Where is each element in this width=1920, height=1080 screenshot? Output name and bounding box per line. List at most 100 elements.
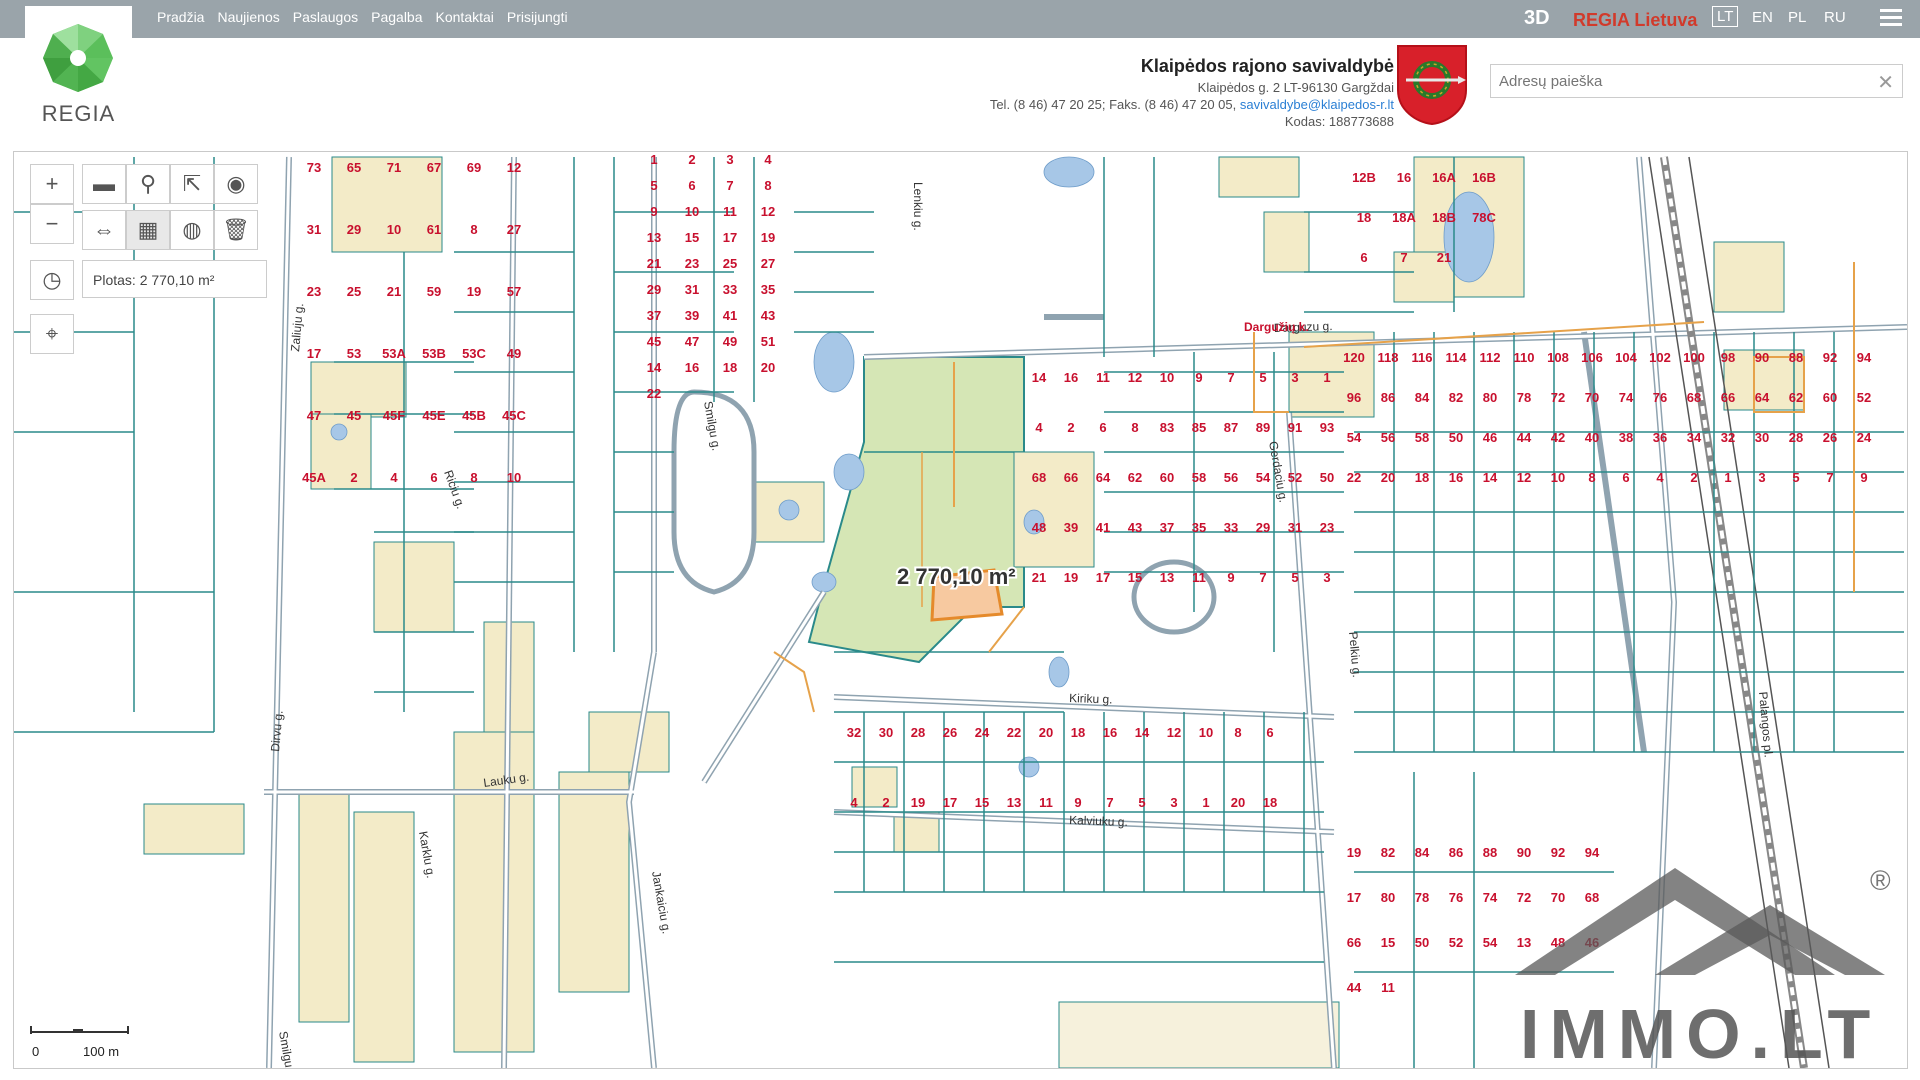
nav-kontaktai[interactable]: Kontaktai	[436, 9, 494, 25]
scale-bar: 0 100 m	[28, 1022, 138, 1062]
parcel-number: 1	[1202, 795, 1209, 810]
parcel-number: 33	[723, 282, 737, 297]
parcel-number: 28	[911, 725, 925, 740]
marker-pin-icon[interactable]: ⚲	[126, 164, 170, 204]
parcel-number: 78C	[1472, 210, 1496, 225]
parcel-number: 17	[307, 346, 321, 361]
parcel-number: 27	[761, 256, 775, 271]
parcel-number: 20	[761, 360, 775, 375]
parcel-number: 7	[1106, 795, 1113, 810]
parcel-number: 89	[1256, 420, 1270, 435]
history-clock-icon[interactable]: ◷	[30, 260, 74, 300]
parcel-number: 67	[427, 160, 441, 175]
parcel-number: 24	[975, 725, 990, 740]
parcel-number: 40	[1585, 430, 1599, 445]
parcel-number: 80	[1483, 390, 1497, 405]
parcel-number: 86	[1449, 845, 1463, 860]
target-icon[interactable]: ◉	[214, 164, 258, 204]
parcel-number: 114	[1446, 350, 1468, 365]
parcel-number: 21	[387, 284, 401, 299]
parcel-number: 71	[387, 160, 401, 175]
street-label: Lenkiu g.	[911, 182, 925, 231]
parcel-number: 10	[1160, 370, 1174, 385]
3d-button[interactable]: 3D	[1524, 7, 1550, 30]
parcel-number: 45F	[383, 408, 405, 423]
parcel-number: 16	[1103, 725, 1117, 740]
nav-pagalba[interactable]: Pagalba	[371, 9, 422, 25]
main-nav: Pradžia Naujienos Paslaugos Pagalba Kont…	[157, 9, 568, 25]
parcel-number: 17	[723, 230, 737, 245]
parcel-number: 43	[761, 308, 775, 323]
parcel-number: 102	[1649, 350, 1671, 365]
lang-en[interactable]: EN	[1752, 9, 1773, 26]
parcel-number: 80	[1381, 890, 1395, 905]
parcel-number: 26	[943, 725, 957, 740]
parcel-number: 90	[1517, 845, 1531, 860]
parcel-number: 96	[1347, 390, 1361, 405]
lang-lt[interactable]: LT	[1712, 6, 1739, 27]
lang-ru[interactable]: RU	[1824, 9, 1846, 26]
parcel-number: 15	[685, 230, 699, 245]
zoom-in-button[interactable]: +	[30, 164, 74, 204]
parcel-number: 19	[1064, 570, 1078, 585]
parcel-number: 20	[1381, 470, 1395, 485]
clear-search-icon[interactable]: ✕	[1877, 70, 1894, 95]
parcel-number: 8	[1131, 420, 1138, 435]
parcel-number: 56	[1381, 430, 1395, 445]
layer-select-icon[interactable]: ◍	[170, 210, 214, 250]
regia-lietuva-link[interactable]: REGIA Lietuva	[1573, 10, 1697, 31]
parcel-number: 29	[347, 222, 361, 237]
parcel-number: 2	[350, 470, 357, 485]
parcel-number: 7	[1259, 570, 1266, 585]
parcel-number: 65	[347, 160, 361, 175]
hamburger-menu-icon[interactable]	[1880, 9, 1902, 29]
parcel-number: 14	[1032, 370, 1047, 385]
parcel-number: 11	[1192, 570, 1206, 585]
parcel-number: 30	[1755, 430, 1769, 445]
parcel-number: 53	[347, 346, 361, 361]
parcel-number: 49	[507, 346, 521, 361]
parcel-number: 2	[1690, 470, 1697, 485]
parcel-number: 28	[1789, 430, 1803, 445]
nav-paslaugos[interactable]: Paslaugos	[293, 9, 358, 25]
parcel-number: 24	[1857, 430, 1872, 445]
parcel-number: 78	[1517, 390, 1531, 405]
parcel-number: 50	[1415, 935, 1429, 950]
nav-pradzia[interactable]: Pradžia	[157, 9, 204, 25]
ruler-icon[interactable]: ▬	[82, 164, 126, 204]
parcel-number: 37	[1160, 520, 1174, 535]
parcel-number: 82	[1381, 845, 1395, 860]
parcel-number: 2	[688, 152, 695, 167]
municipality-contacts: Tel. (8 46) 47 20 25; Faks. (8 46) 47 20…	[990, 96, 1394, 113]
parcel-number: 30	[879, 725, 893, 740]
parcel-number: 39	[685, 308, 699, 323]
parcel-number: 56	[1224, 470, 1238, 485]
parcel-number: 23	[685, 256, 699, 271]
municipality-email-link[interactable]: savivaldybe@klaipedos-r.lt	[1240, 97, 1394, 112]
parcel-number: 3	[726, 152, 733, 167]
zoom-out-button[interactable]: −	[30, 204, 74, 244]
parcel-number: 1	[1724, 470, 1731, 485]
regia-logo-text: REGIA	[41, 101, 116, 126]
export-icon[interactable]: ⇱	[170, 164, 214, 204]
parcel-number: 3	[1758, 470, 1765, 485]
nav-naujienos[interactable]: Naujienos	[217, 9, 279, 25]
regia-logo[interactable]: REGIA	[25, 6, 132, 130]
parcel-number: 66	[1347, 935, 1361, 950]
parcel-number: 41	[723, 308, 737, 323]
address-search-input[interactable]	[1491, 65, 1877, 97]
delete-trash-icon[interactable]: 🗑	[214, 210, 258, 250]
measure-area-icon[interactable]: ▦	[126, 210, 170, 250]
lang-pl[interactable]: PL	[1788, 9, 1806, 26]
village-label: Dargužių k.	[1244, 320, 1309, 334]
nav-prisijungti[interactable]: Prisijungti	[507, 9, 568, 25]
locate-crosshair-icon[interactable]: ⌖	[30, 314, 74, 354]
measure-distance-icon[interactable]: ⇔	[82, 210, 126, 250]
parcel-number: 68	[1687, 390, 1701, 405]
parcel-number: 19	[911, 795, 925, 810]
parcel-number: 68	[1032, 470, 1046, 485]
parcel-number: 21	[1437, 250, 1451, 265]
parcel-number: 12	[1128, 370, 1142, 385]
parcel-number: 51	[761, 334, 775, 349]
parcel-number: 53B	[422, 346, 446, 361]
